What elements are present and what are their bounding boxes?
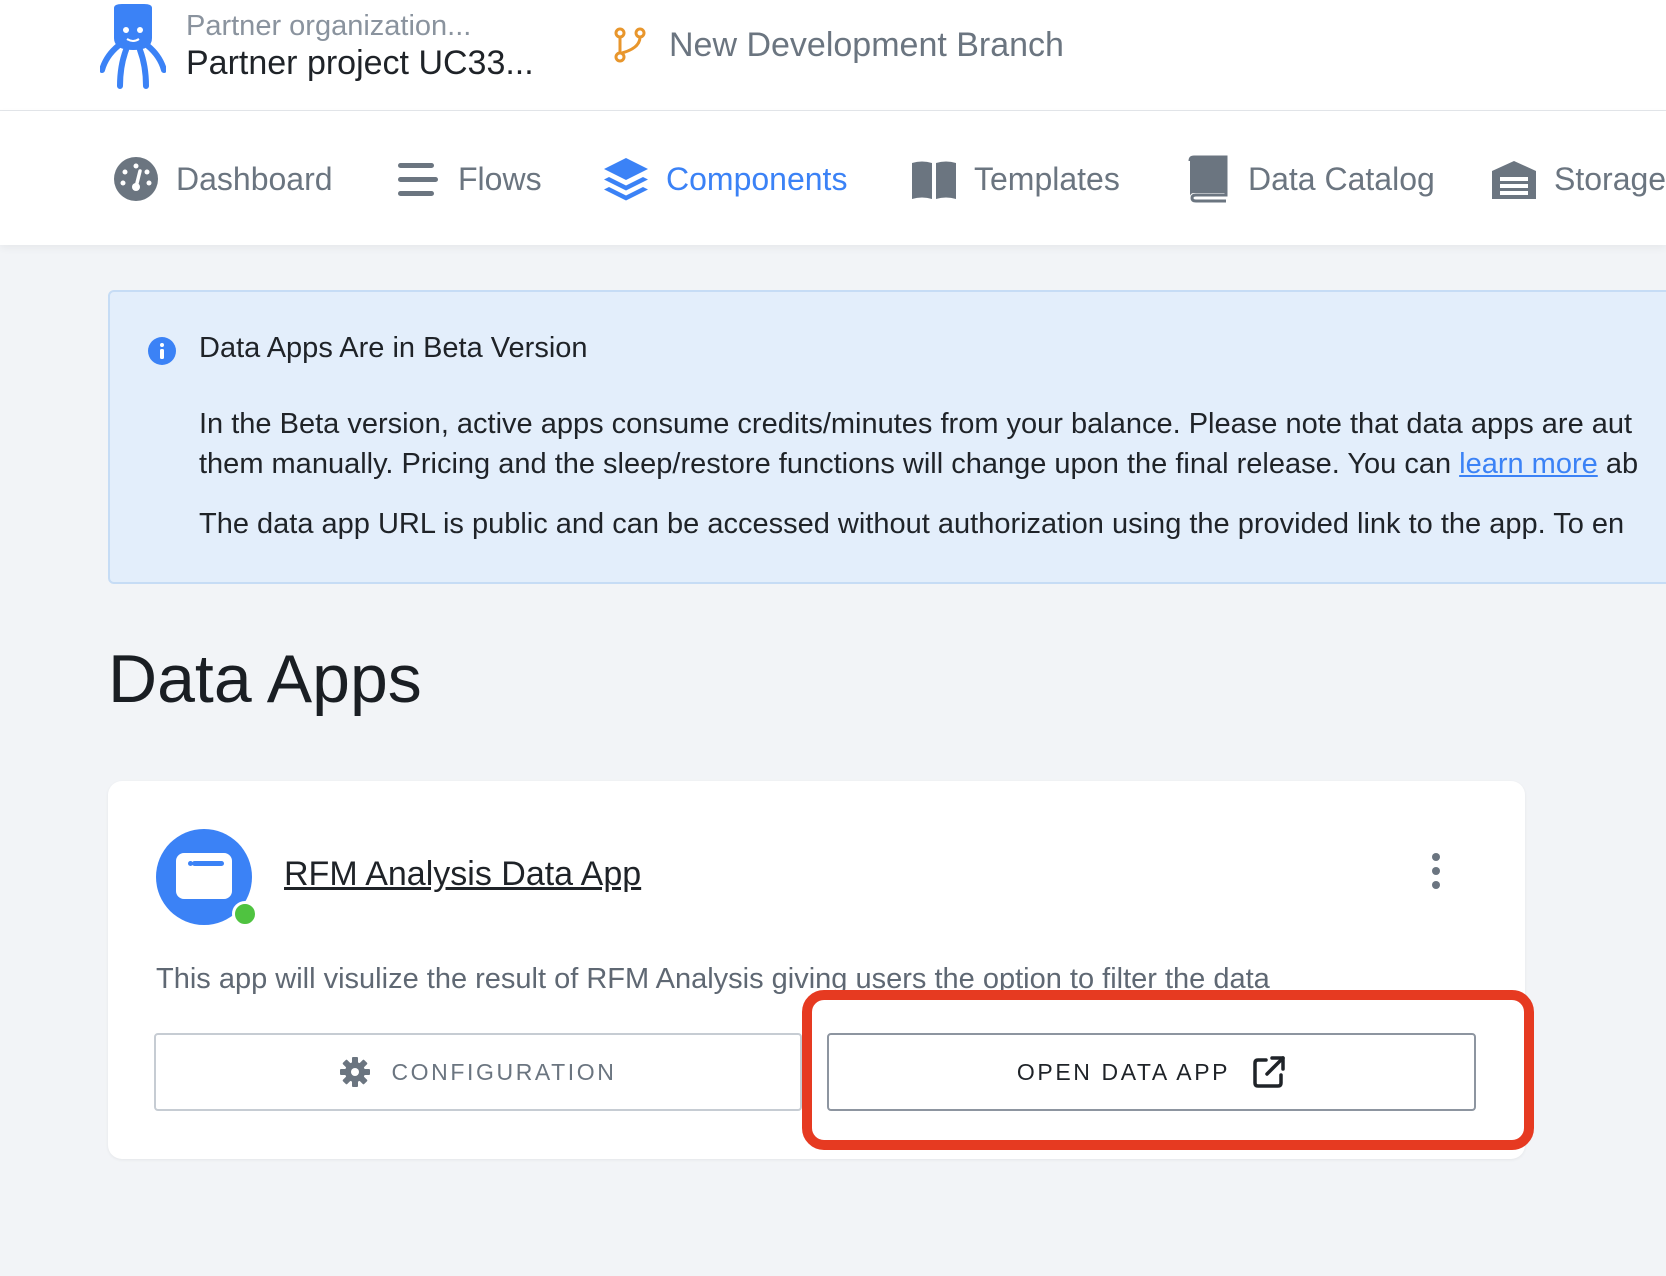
banner-text-line-2: them manually. Pricing and the sleep/res… xyxy=(199,448,1638,481)
nav-label-components: Components xyxy=(666,160,848,197)
nav-item-components[interactable]: Components xyxy=(602,151,847,207)
banner-text-line-3: The data app URL is public and can be ac… xyxy=(199,508,1625,540)
kebab-dot xyxy=(1432,867,1440,875)
components-icon xyxy=(604,158,648,201)
kebab-dot xyxy=(1432,881,1440,889)
page-title: Data Apps xyxy=(108,641,422,717)
main-navigation: Dashboard Flows Components Templates Dat… xyxy=(0,111,1666,245)
more-options-icon[interactable] xyxy=(1424,853,1448,903)
branch-name[interactable]: New Development Branch xyxy=(669,26,1064,65)
nav-item-data-catalog[interactable]: Data Catalog xyxy=(1184,151,1435,207)
app-window-icon-frame xyxy=(176,853,232,899)
git-branch-icon xyxy=(614,27,646,63)
app-description: This app will visulize the result of RFM… xyxy=(156,963,1270,995)
configuration-button[interactable]: CONFIGURATION xyxy=(154,1033,802,1111)
beta-info-banner: Data Apps Are in Beta Version In the Bet… xyxy=(108,290,1666,584)
learn-more-link[interactable]: learn more xyxy=(1459,448,1598,480)
nav-item-storage[interactable]: Storage xyxy=(1490,151,1666,207)
data-app-card: RFM Analysis Data App This app will visu… xyxy=(108,781,1525,1159)
gear-icon xyxy=(340,1057,371,1087)
app-window-icon-titlebar xyxy=(192,861,224,866)
nav-label-templates: Templates xyxy=(974,160,1120,197)
organization-name[interactable]: Partner organization... xyxy=(186,10,471,43)
info-icon xyxy=(148,337,176,365)
banner-text-line-2-end: ab xyxy=(1597,448,1639,480)
nav-item-dashboard[interactable]: Dashboard xyxy=(112,151,333,207)
status-running-indicator xyxy=(232,901,258,927)
flows-icon xyxy=(398,163,438,196)
storage-icon xyxy=(1492,161,1536,199)
nav-label-data-catalog: Data Catalog xyxy=(1248,160,1435,197)
nav-item-templates[interactable]: Templates xyxy=(910,151,1120,207)
dashboard-icon xyxy=(114,157,158,201)
open-data-app-button[interactable]: OPEN DATA APP xyxy=(827,1033,1476,1111)
data-catalog-icon xyxy=(1188,155,1228,203)
configuration-button-label: CONFIGURATION xyxy=(391,1058,617,1085)
project-name[interactable]: Partner project UC33... xyxy=(186,44,534,83)
external-link-icon xyxy=(1253,1056,1285,1088)
kebab-dot xyxy=(1432,853,1440,861)
nav-label-dashboard: Dashboard xyxy=(176,160,333,197)
top-bar: Partner organization... Partner project … xyxy=(0,0,1666,111)
templates-icon xyxy=(912,161,956,199)
open-data-app-button-label: OPEN DATA APP xyxy=(1016,1058,1231,1085)
keboola-octopus-logo[interactable] xyxy=(100,4,166,90)
app-name-link[interactable]: RFM Analysis Data App xyxy=(284,855,641,894)
nav-label-storage: Storage xyxy=(1554,160,1666,197)
banner-title: Data Apps Are in Beta Version xyxy=(199,332,588,364)
banner-text-line-2-start: them manually. Pricing and the sleep/res… xyxy=(199,448,1460,480)
banner-text-line-1: In the Beta version, active apps consume… xyxy=(199,408,1633,440)
app-window-icon-dot xyxy=(188,861,193,866)
nav-item-flows[interactable]: Flows xyxy=(394,151,542,207)
nav-label-flows: Flows xyxy=(458,160,542,197)
